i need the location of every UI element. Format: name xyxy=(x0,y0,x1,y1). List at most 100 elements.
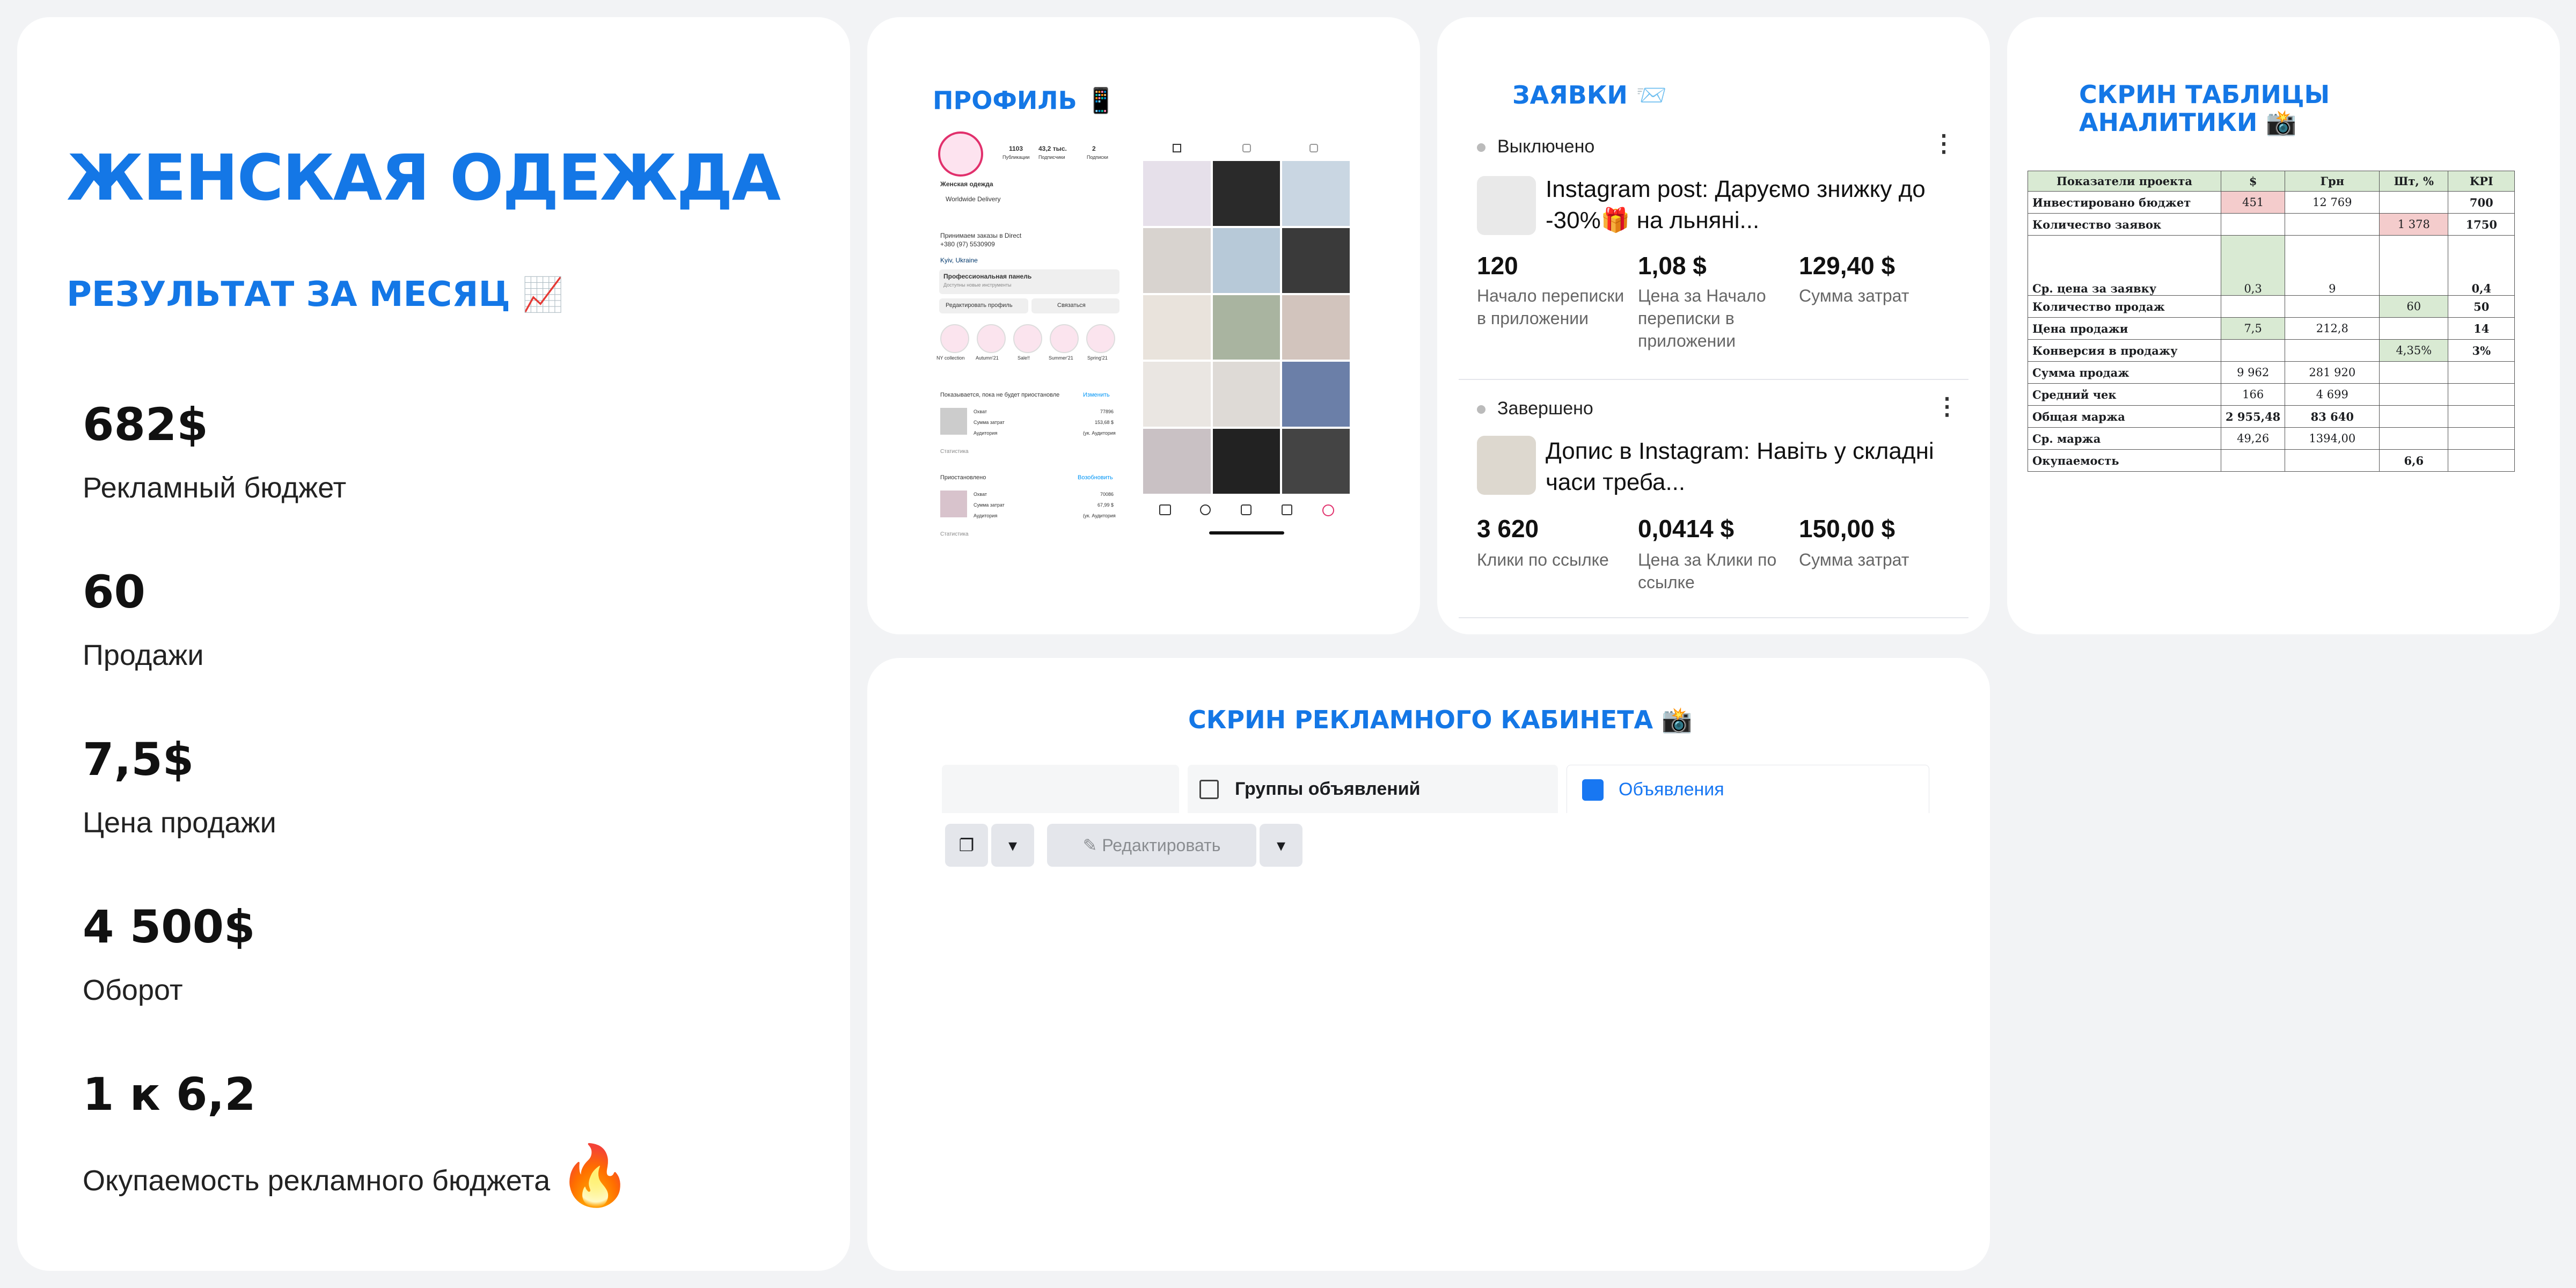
page-title: ЖЕНСКАЯ ОДЕЖДА xyxy=(67,141,781,215)
profile-icon[interactable] xyxy=(1322,504,1334,516)
reels-icon[interactable] xyxy=(1241,504,1252,515)
promo-metric: Сумма затрат xyxy=(974,420,1005,425)
promo-value: (ук. Аудитория xyxy=(1083,513,1116,518)
stat-label: Продажи xyxy=(83,639,204,671)
reels-tab-icon[interactable] xyxy=(1242,144,1251,152)
stats-link[interactable]: Статистика xyxy=(940,531,969,537)
cell: 60 xyxy=(2379,295,2449,318)
stat-posts: 1103 xyxy=(1009,145,1023,152)
photo[interactable] xyxy=(1282,295,1350,360)
stat-posts-label: Публикации xyxy=(1002,155,1030,160)
search-icon[interactable] xyxy=(1200,504,1211,515)
status-dot xyxy=(1477,143,1485,152)
cell: 0,3 xyxy=(2220,235,2286,296)
promo-metric: Охват xyxy=(974,492,987,497)
grid-icon xyxy=(1199,780,1219,799)
status-row: Завершено xyxy=(1477,398,1593,419)
highlight[interactable] xyxy=(1086,324,1115,353)
resume-link[interactable]: Возобновить xyxy=(1078,474,1113,481)
table-header: Показатели проекта $ Грн Шт, % KPI xyxy=(2028,171,2515,192)
table-row: Сумма продаж 9 962 281 920 xyxy=(2028,361,2515,384)
home-indicator xyxy=(1209,531,1284,535)
pencil-icon: ✎ xyxy=(1082,836,1102,855)
paused-label: Приостановлено xyxy=(940,474,986,481)
highlight[interactable] xyxy=(1050,324,1079,353)
more-options-icon[interactable]: ⋮ xyxy=(1935,393,1959,420)
promo-thumb xyxy=(940,408,967,435)
table-row: Средний чек 166 4 699 xyxy=(2028,383,2515,406)
cell: 49,26 xyxy=(2220,427,2286,450)
stat-value: 7,5$ xyxy=(83,733,194,786)
photo[interactable] xyxy=(1282,228,1350,293)
camera-flash-icon: 📸 xyxy=(2266,108,2297,137)
cell: 212,8 xyxy=(2285,317,2380,340)
duplicate-button[interactable]: ❐ xyxy=(945,824,988,867)
photo[interactable] xyxy=(1212,295,1280,360)
stat-sale-price: 7,5$ Цена продажи xyxy=(83,733,276,839)
promo-thumb xyxy=(940,491,967,517)
row-label: Цена продажи xyxy=(2028,317,2221,340)
stats-link[interactable]: Статистика xyxy=(940,449,969,455)
table-row: Количество заявок 1 378 1750 xyxy=(2028,213,2515,236)
photo[interactable] xyxy=(1143,362,1211,427)
photo[interactable] xyxy=(1282,362,1350,427)
cell xyxy=(2448,361,2515,384)
shop-icon[interactable] xyxy=(1282,504,1292,515)
cell xyxy=(2220,213,2286,236)
camera-flash-icon: 📸 xyxy=(1662,705,1693,734)
change-link[interactable]: Изменить xyxy=(1083,392,1110,398)
profile-tagline: Worldwide Delivery xyxy=(946,195,1001,203)
stat-label: Рекламный бюджет xyxy=(83,472,347,504)
row-label: Количество продаж xyxy=(2028,295,2221,318)
more-options-icon[interactable]: ⋮ xyxy=(1932,130,1956,157)
cell: 9 xyxy=(2285,235,2380,296)
home-icon[interactable] xyxy=(1159,504,1171,515)
promo-value: 70086 xyxy=(1100,492,1114,497)
tab-ads[interactable]: Объявления xyxy=(1567,765,1929,813)
tagged-tab-icon[interactable] xyxy=(1309,144,1318,152)
photo[interactable] xyxy=(1212,161,1280,226)
photo[interactable] xyxy=(1212,362,1280,427)
highlight[interactable] xyxy=(1013,324,1042,353)
photo[interactable] xyxy=(1282,429,1350,494)
cell xyxy=(2448,405,2515,428)
photo[interactable] xyxy=(1143,161,1211,226)
photo[interactable] xyxy=(1143,228,1211,293)
photo[interactable] xyxy=(1143,295,1211,360)
edit-dropdown[interactable]: ▾ xyxy=(1260,824,1302,867)
grid-tab-icon[interactable] xyxy=(1173,144,1181,152)
divider xyxy=(1459,379,1968,380)
column-header: Грн xyxy=(2285,171,2380,192)
tab-campaigns[interactable] xyxy=(942,765,1179,813)
duplicate-dropdown[interactable]: ▾ xyxy=(991,824,1034,867)
promo-value: 77896 xyxy=(1100,409,1114,414)
promo-value: (ук. Аудитория xyxy=(1083,430,1116,436)
photo[interactable] xyxy=(1143,429,1211,494)
metric-value: 120 xyxy=(1477,252,1518,280)
table-row: Количество продаж 60 50 xyxy=(2028,295,2515,318)
cell: 451 xyxy=(2220,191,2286,214)
edit-button[interactable]: ✎ Редактировать xyxy=(1047,824,1256,867)
stat-following-label: Подписки xyxy=(1087,155,1108,160)
tab-ad-sets[interactable]: Группы объявлений xyxy=(1188,765,1558,813)
highlight[interactable] xyxy=(977,324,1006,353)
edit-profile-button[interactable]: Редактировать профиль xyxy=(939,298,1028,313)
stat-value: 1 к 6,2 xyxy=(83,1068,256,1121)
table-row: Ср. цена за заявку 0,3 9 0,4 xyxy=(2028,235,2515,296)
column-header: Показатели проекта xyxy=(2028,171,2221,192)
ads-title: СКРИН РЕКЛАМНОГО КАБИНЕТА 📸 xyxy=(1188,705,1693,734)
promo-status: Показывается, пока не будет приостановле xyxy=(940,392,1060,398)
cell xyxy=(2220,339,2286,362)
highlight[interactable] xyxy=(940,324,969,353)
cell: 3% xyxy=(2448,339,2515,362)
photo[interactable] xyxy=(1282,161,1350,226)
analytics-title: СКРИН ТАБЛИЦЫ АНАЛИТИКИ 📸 xyxy=(2079,80,2330,137)
contact-button[interactable]: Связаться xyxy=(1031,298,1119,313)
stat-turnover: 4 500$ Оборот xyxy=(83,901,255,1007)
photo[interactable] xyxy=(1212,429,1280,494)
table-row: Цена продажи 7,5 212,8 14 xyxy=(2028,317,2515,340)
promo-metric: Сумма затрат xyxy=(974,502,1005,508)
pro-panel[interactable]: Профессиональная панель Доступны новые и… xyxy=(939,269,1119,294)
photo[interactable] xyxy=(1212,228,1280,293)
cell xyxy=(2379,317,2449,340)
